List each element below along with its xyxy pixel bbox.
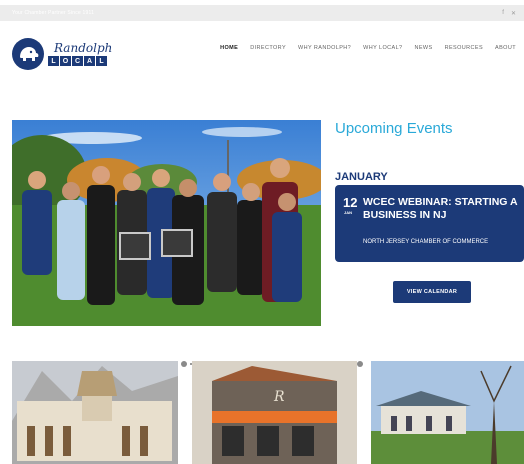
- nav-news[interactable]: NEWS: [414, 45, 432, 51]
- view-calendar-button[interactable]: VIEW CALENDAR: [393, 281, 471, 303]
- gallery-image-2[interactable]: R: [192, 361, 357, 464]
- logo-letter: C: [72, 56, 83, 66]
- logo-letter: A: [84, 56, 95, 66]
- logo-letter: L: [48, 56, 59, 66]
- events-month: JANUARY: [335, 171, 388, 183]
- event-month-abbr: JAN: [344, 210, 353, 215]
- site-header: Randolph L O C A L HOME DIRECTORY WHY RA…: [0, 30, 524, 80]
- logo-letter: O: [60, 56, 71, 66]
- event-organizer: NORTH JERSEY CHAMBER OF COMMERCE: [363, 239, 489, 245]
- logo-script-text: Randolph: [54, 41, 113, 55]
- social-links: f ✕: [502, 10, 516, 17]
- gallery-image-1[interactable]: [12, 361, 178, 464]
- nav-directory[interactable]: DIRECTORY: [250, 45, 286, 51]
- top-bar: Your Chamber Partner Since 1911 f ✕: [0, 5, 524, 21]
- upcoming-events: Upcoming Events JANUARY 12 JAN WCEC WEBI…: [335, 120, 524, 303]
- nav-why-local[interactable]: WHY LOCAL?: [363, 45, 402, 51]
- top-bar-text: Your Chamber Partner Since 1911: [12, 10, 95, 16]
- nav-why-randolph[interactable]: WHY RANDOLPH?: [298, 45, 351, 51]
- main-nav: HOME DIRECTORY WHY RANDOLPH? WHY LOCAL? …: [220, 45, 516, 51]
- events-heading: Upcoming Events: [335, 120, 453, 137]
- lion-emblem-icon: [12, 38, 44, 70]
- site-logo[interactable]: Randolph L O C A L: [12, 38, 112, 70]
- gallery-image-3[interactable]: [371, 361, 524, 464]
- twitter-icon[interactable]: ✕: [511, 10, 516, 17]
- event-title[interactable]: WCEC WEBINAR: STARTING A BUSINESS IN NJ: [363, 196, 521, 222]
- nav-home[interactable]: HOME: [220, 45, 238, 51]
- svg-text:R: R: [273, 389, 285, 405]
- event-day: 12: [343, 195, 358, 210]
- logo-letter: L: [96, 56, 107, 66]
- logo-local-blocks: L O C A L: [48, 56, 112, 66]
- nav-about[interactable]: ABOUT: [495, 45, 516, 51]
- group-award-photo: [12, 120, 321, 326]
- facebook-icon[interactable]: f: [502, 10, 504, 17]
- event-card[interactable]: 12 JAN WCEC WEBINAR: STARTING A BUSINESS…: [335, 185, 524, 262]
- nav-resources[interactable]: RESOURCES: [445, 45, 483, 51]
